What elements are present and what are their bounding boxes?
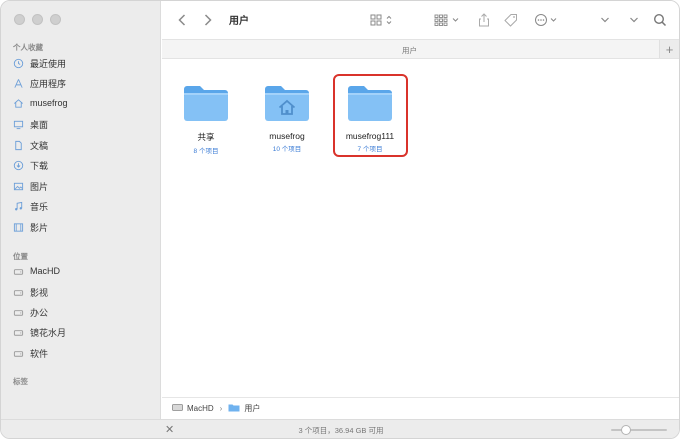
zoom-window-button[interactable] bbox=[50, 14, 61, 25]
sidebar-item-recents[interactable]: 最近使用 bbox=[13, 54, 153, 72]
tab-title[interactable]: 用户 bbox=[162, 45, 657, 56]
forward-button[interactable] bbox=[200, 11, 216, 29]
tab-bar: 用户 + bbox=[162, 39, 679, 59]
back-button[interactable] bbox=[174, 11, 190, 29]
file-browser: 共享 8 个项目 musefrog 10 个项目 musefrog111 7 个… bbox=[162, 59, 679, 397]
toolbar: 用户 bbox=[162, 1, 679, 39]
sidebar-item-label: 桌面 bbox=[30, 119, 49, 130]
sidebar-item-bangong[interactable]: 办公 bbox=[13, 303, 153, 321]
path-item-machd[interactable]: MacHD bbox=[187, 404, 214, 413]
sidebar-item-label: musefrog bbox=[30, 98, 68, 108]
document-icon bbox=[13, 140, 24, 151]
home-icon bbox=[13, 98, 24, 109]
sidebar-item-documents[interactable]: 文稿 bbox=[13, 136, 153, 154]
tag-button[interactable] bbox=[503, 11, 519, 29]
status-bar: ✕ 3 个项目，36.94 GB 可用 bbox=[1, 419, 679, 438]
chevron-down-icon bbox=[630, 17, 638, 23]
sidebar-section-favorites: 个人收藏 bbox=[13, 43, 43, 52]
status-text: 3 个项目，36.94 GB 可用 bbox=[298, 426, 384, 435]
group-button[interactable] bbox=[434, 11, 462, 29]
folder-item-count: 7 个项目 bbox=[357, 146, 383, 153]
disk-icon bbox=[172, 403, 183, 414]
music-icon bbox=[13, 201, 24, 212]
sidebar-item-label: MacHD bbox=[30, 266, 61, 276]
sidebar-item-label: 音乐 bbox=[30, 201, 49, 212]
disk-icon bbox=[13, 348, 24, 359]
desktop-icon bbox=[13, 119, 24, 130]
chevron-right-icon bbox=[204, 14, 212, 26]
action-menu-button[interactable] bbox=[534, 11, 560, 29]
sidebar-item-label: 软件 bbox=[30, 348, 49, 359]
sidebar-section-locations: 位置 bbox=[13, 252, 28, 261]
minimize-window-button[interactable] bbox=[32, 14, 43, 25]
download-icon bbox=[13, 160, 24, 171]
folder-icon bbox=[346, 83, 394, 123]
finder-window: 个人收藏 最近使用 应用程序 musefrog 桌面 文稿 下载 图片 音乐 影… bbox=[0, 0, 680, 439]
sidebar-item-yingshi[interactable]: 影视 bbox=[13, 283, 153, 301]
sidebar-item-label: 下载 bbox=[30, 160, 49, 171]
close-window-button[interactable] bbox=[14, 14, 25, 25]
grid-group-icon bbox=[434, 14, 459, 26]
path-item-users[interactable]: 用户 bbox=[244, 403, 260, 414]
share-button[interactable] bbox=[476, 11, 492, 29]
sidebar-item-label: 影片 bbox=[30, 222, 49, 233]
sidebar-item-label: 图片 bbox=[30, 181, 49, 192]
window-title: 用户 bbox=[229, 16, 249, 27]
sidebar-item-label: 影视 bbox=[30, 287, 49, 298]
disk-icon bbox=[13, 327, 24, 338]
folder-icon bbox=[182, 83, 230, 123]
folder-icon bbox=[228, 403, 240, 414]
sidebar-item-label: 最近使用 bbox=[30, 58, 67, 69]
sidebar-item-ruanjian[interactable]: 软件 bbox=[13, 344, 153, 362]
tag-icon bbox=[504, 14, 517, 27]
path-bar: MacHD › 用户 bbox=[162, 397, 679, 419]
folder-name: 共享 bbox=[197, 132, 215, 142]
sidebar-section-tags: 标签 bbox=[13, 377, 28, 386]
share-icon bbox=[479, 13, 489, 27]
folder-item-shared[interactable]: 共享 8 个项目 bbox=[166, 83, 246, 155]
folder-item-count: 10 个项目 bbox=[272, 146, 302, 153]
sidebar-item-label: 文稿 bbox=[30, 140, 49, 151]
dropdown-button[interactable] bbox=[598, 11, 612, 29]
sidebar-item-home[interactable]: musefrog bbox=[13, 94, 153, 112]
photo-icon bbox=[13, 181, 24, 192]
sidebar-item-machd[interactable]: MacHD bbox=[13, 262, 153, 280]
window-controls bbox=[14, 14, 61, 25]
sidebar-item-jinghuashuiyue[interactable]: 镜花水月 bbox=[13, 323, 153, 341]
view-mode-button[interactable] bbox=[369, 11, 397, 29]
folder-name: musefrog111 bbox=[345, 131, 395, 141]
clock-icon bbox=[13, 58, 24, 69]
sidebar-item-label: 办公 bbox=[30, 307, 49, 318]
sidebar: 个人收藏 最近使用 应用程序 musefrog 桌面 文稿 下载 图片 音乐 影… bbox=[1, 1, 161, 438]
slider-knob[interactable] bbox=[621, 425, 631, 435]
home-folder-icon bbox=[263, 83, 311, 123]
sidebar-item-applications[interactable]: 应用程序 bbox=[13, 74, 153, 92]
new-tab-button[interactable]: + bbox=[659, 40, 679, 58]
disk-icon bbox=[13, 266, 24, 277]
sidebar-item-desktop[interactable]: 桌面 bbox=[13, 115, 153, 133]
chevron-left-icon bbox=[178, 14, 186, 26]
sidebar-item-label: 镜花水月 bbox=[30, 327, 67, 338]
folder-item-musefrog111[interactable]: musefrog111 7 个项目 bbox=[330, 83, 410, 153]
icon-view-icon bbox=[370, 14, 392, 26]
folder-item-count: 8 个项目 bbox=[193, 148, 219, 155]
disk-icon bbox=[13, 307, 24, 318]
sidebar-item-movies[interactable]: 影片 bbox=[13, 218, 153, 236]
dropdown-button-2[interactable] bbox=[627, 11, 641, 29]
disk-icon bbox=[13, 287, 24, 298]
chevron-down-icon bbox=[601, 17, 609, 23]
folder-name: musefrog bbox=[269, 131, 305, 141]
path-separator: › bbox=[219, 404, 223, 413]
search-icon bbox=[653, 13, 667, 27]
folder-item-musefrog[interactable]: musefrog 10 个项目 bbox=[247, 83, 327, 153]
sidebar-item-pictures[interactable]: 图片 bbox=[13, 177, 153, 195]
sidebar-item-music[interactable]: 音乐 bbox=[13, 197, 153, 215]
sidebar-item-downloads[interactable]: 下载 bbox=[13, 156, 153, 174]
search-button[interactable] bbox=[652, 11, 668, 29]
sidebar-item-label: 应用程序 bbox=[30, 78, 67, 89]
applications-icon bbox=[13, 78, 24, 89]
icon-size-slider[interactable] bbox=[611, 425, 667, 435]
film-icon bbox=[13, 222, 24, 233]
more-options-icon bbox=[535, 14, 557, 26]
